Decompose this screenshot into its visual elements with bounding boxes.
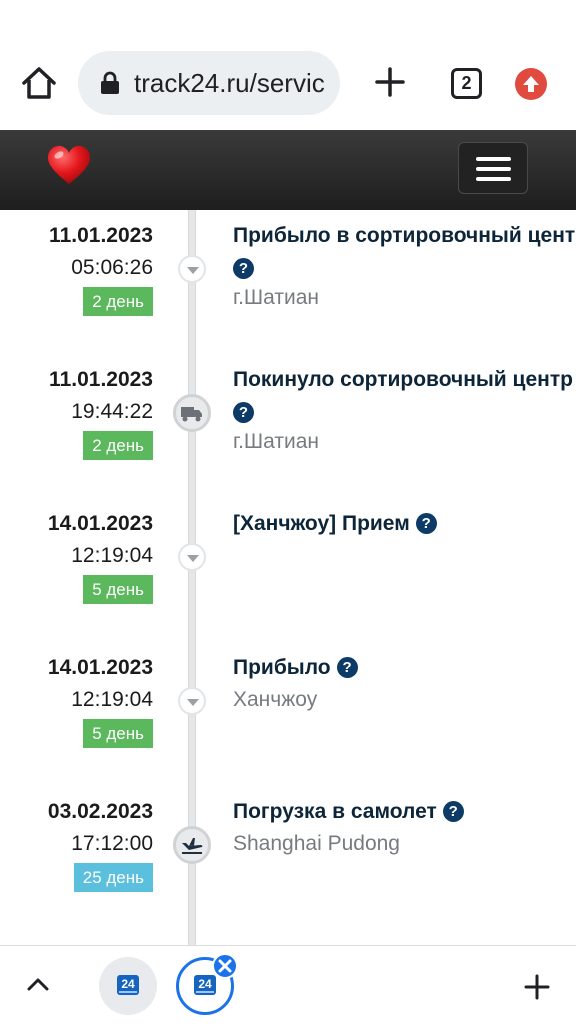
help-icon[interactable]: ? (336, 657, 358, 678)
event-title: Покинуло сортировочный центр (233, 368, 573, 391)
truck-icon (173, 394, 211, 432)
site-header (0, 130, 576, 210)
help-icon[interactable]: ? (233, 258, 254, 279)
event-title-text: Погрузка в самолет (233, 800, 437, 823)
timeline-event: 14.01.2023 12:19:04 5 день Прибыло? Ханч… (0, 642, 576, 772)
help-icon[interactable]: ? (442, 801, 464, 822)
event-time: 05:06:26 (71, 256, 153, 279)
timeline-event: 11.01.2023 19:44:22 2 день Покинуло сорт… (0, 354, 576, 484)
tab-thumbnail[interactable]: 24 (99, 957, 157, 1015)
plus-icon[interactable] (372, 64, 408, 100)
event-time: 12:19:04 (71, 544, 153, 567)
event-title: Прибыло? (233, 656, 358, 680)
arrow-down-icon (178, 687, 206, 715)
event-date: 14.01.2023 (47, 512, 153, 535)
timeline-event: 11.01.2023 05:06:26 2 день Прибыло в сор… (0, 210, 576, 340)
event-title-text: [Ханчжоу] Прием (233, 512, 410, 535)
event-time: 12:19:04 (71, 688, 153, 711)
event-title: [Ханчжоу] Прием? (233, 512, 437, 536)
airplane-icon (173, 826, 211, 864)
track24-favicon: 24 (117, 975, 139, 995)
days-badge: 2 день (83, 431, 153, 460)
event-place: Shanghai Pudong (233, 832, 400, 855)
tracking-timeline: 11.01.2023 05:06:26 2 день Прибыло в сор… (0, 210, 576, 945)
address-bar[interactable]: track24.ru/servic (78, 51, 340, 115)
plus-icon[interactable] (523, 973, 551, 1001)
event-date: 14.01.2023 (47, 656, 153, 679)
event-time: 17:12:00 (71, 832, 153, 855)
days-badge: 5 день (83, 575, 153, 604)
url-text: track24.ru/servic (134, 68, 325, 98)
tab-switcher-icon[interactable]: 2 (451, 68, 482, 99)
event-title: Прибыло в сортировочный цент (233, 224, 576, 247)
update-icon[interactable] (515, 68, 547, 100)
event-place: г.Шатиан (233, 430, 320, 453)
arrow-down-icon (178, 543, 206, 571)
help-icon[interactable]: ? (233, 402, 254, 423)
event-title: Погрузка в самолет? (233, 800, 464, 824)
heart-logo[interactable] (46, 144, 92, 186)
event-date: 11.01.2023 (49, 224, 153, 247)
event-date: 03.02.2023 (47, 800, 153, 823)
lock-icon (100, 71, 120, 95)
chevron-up-icon[interactable] (26, 976, 50, 992)
tab-strip: 24 24 (0, 945, 576, 1024)
days-badge: 2 день (83, 287, 153, 316)
arrow-down-icon (178, 255, 206, 283)
browser-toolbar: track24.ru/servic 2 (0, 0, 576, 130)
close-icon[interactable] (212, 953, 238, 979)
event-title-text: Прибыло (233, 656, 331, 679)
days-badge: 5 день (83, 719, 153, 748)
days-badge: 25 день (73, 863, 153, 892)
timeline-event: 14.01.2023 12:19:04 5 день [Ханчжоу] При… (0, 498, 576, 628)
timeline-event: 03.02.2023 17:12:00 25 день Погрузка в с… (0, 786, 576, 916)
event-date: 11.01.2023 (49, 368, 153, 391)
event-place: г.Шатиан (233, 286, 320, 309)
help-icon[interactable]: ? (415, 513, 437, 534)
home-icon[interactable] (20, 64, 58, 102)
track24-favicon: 24 (194, 975, 216, 995)
hamburger-icon[interactable] (458, 142, 528, 194)
event-place: Ханчжоу (233, 688, 318, 711)
event-time: 19:44:22 (71, 400, 153, 423)
